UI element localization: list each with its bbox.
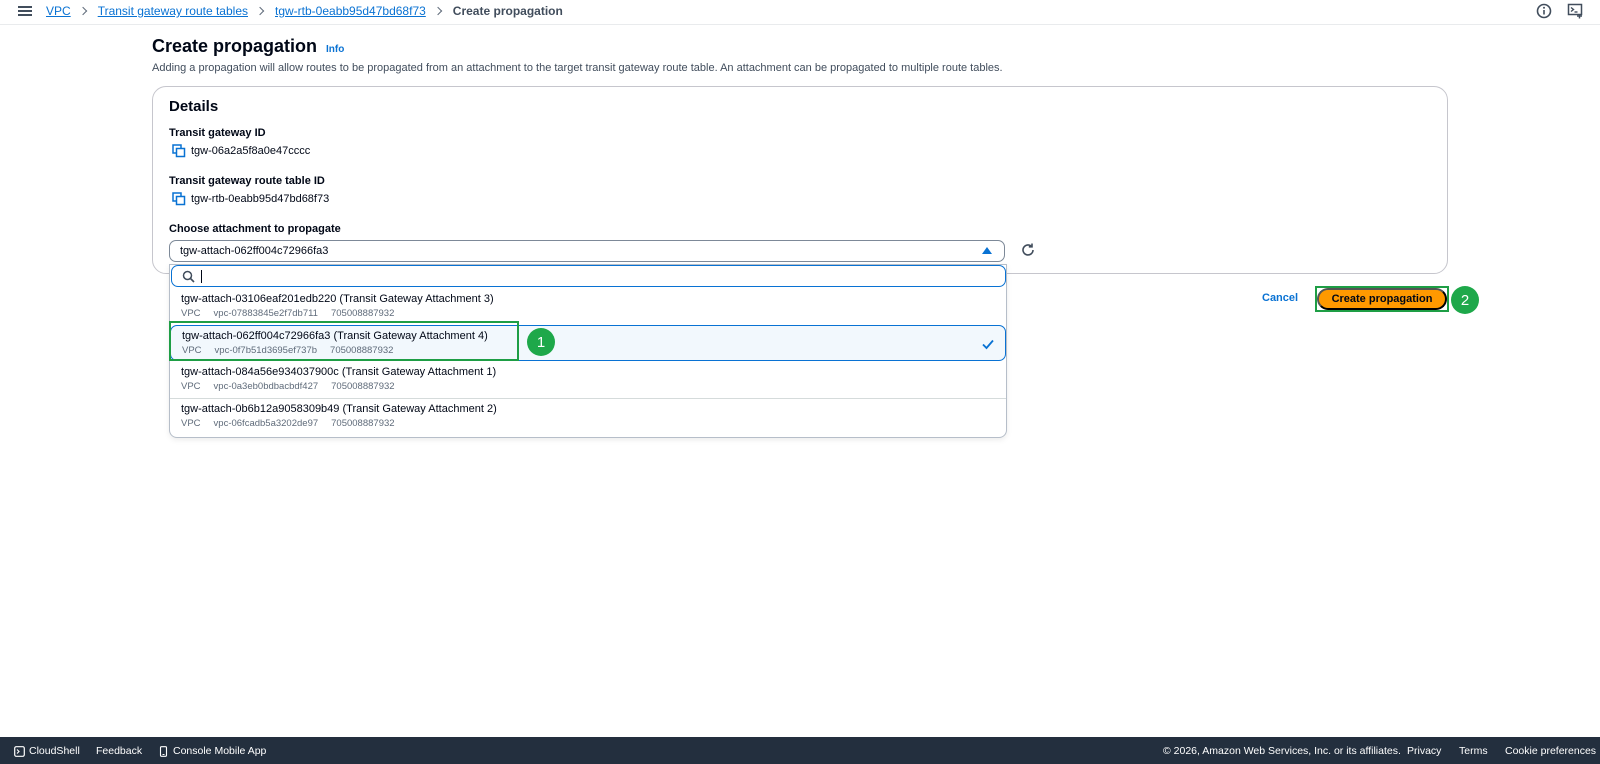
option-type: VPC [181, 381, 201, 392]
create-propagation-button[interactable]: Create propagation [1317, 288, 1447, 310]
option-details: VPC vpc-06fcadb5a3202de97 705008887932 [181, 418, 408, 429]
option-account: 705008887932 [330, 308, 395, 319]
details-heading: Details [169, 98, 219, 115]
option-vpc: vpc-06fcadb5a3202de97 [213, 418, 319, 429]
info-link[interactable]: Info [326, 44, 344, 55]
mobile-app-link[interactable]: Console Mobile App [158, 745, 266, 757]
option-details: VPC vpc-07883845e2f7db711 705008887932 [181, 308, 407, 319]
annotation-badge-1: 1 [527, 328, 555, 356]
attachment-select-label: Choose attachment to propagate [169, 223, 341, 235]
chevron-right-icon [433, 6, 443, 16]
cloudshell-icon [14, 745, 25, 757]
annotation-highlight-1 [169, 321, 519, 361]
cloudshell-icon[interactable] [1567, 3, 1583, 19]
attachment-select[interactable]: tgw-attach-062ff004c72966fa3 [169, 240, 1005, 262]
attachment-select-value: tgw-attach-062ff004c72966fa3 [180, 245, 329, 257]
option-label: tgw-attach-084a56e934037900c (Transit Ga… [181, 366, 497, 378]
dropdown-option[interactable]: tgw-attach-03106eaf201edb220 (Transit Ga… [170, 289, 1006, 325]
chevron-right-icon [78, 6, 87, 16]
console-footer: CloudShell Feedback Console Mobile App ©… [0, 737, 1600, 764]
cloudshell-label: CloudShell [29, 745, 80, 757]
annotation-badge-2: 2 [1451, 286, 1479, 314]
dropdown-search-input[interactable] [171, 265, 1006, 287]
cookie-preferences-link[interactable]: Cookie preferences [1505, 745, 1596, 757]
text-cursor [201, 269, 202, 283]
refresh-icon[interactable] [1019, 241, 1037, 259]
mobile-icon [159, 745, 168, 757]
breadcrumb: VPC Transit gateway route tables tgw-rtb… [46, 4, 563, 18]
option-type: VPC [181, 308, 201, 319]
cancel-button[interactable]: Cancel [1262, 292, 1298, 304]
chevron-right-icon [255, 6, 265, 16]
transit-gateway-id-label: Transit gateway ID [169, 127, 266, 139]
option-vpc: vpc-0a3eb0bdbacbdf427 [213, 381, 319, 392]
mobile-app-label: Console Mobile App [173, 745, 267, 757]
copy-icon[interactable] [172, 192, 186, 206]
option-details: VPC vpc-0a3eb0bdbacbdf427 705008887932 [181, 381, 408, 392]
transit-gateway-id-value: tgw-06a2a5f8a0e47cccc [191, 145, 311, 157]
copyright-text: © 2026, Amazon Web Services, Inc. or its… [1163, 745, 1401, 757]
cloudshell-link[interactable]: CloudShell [14, 745, 80, 757]
option-type: VPC [181, 418, 201, 429]
search-icon [182, 270, 195, 283]
route-table-id-field: tgw-rtb-0eabb95d47bd68f73 [172, 192, 329, 206]
info-circle-icon[interactable] [1536, 3, 1552, 19]
details-container: Details Transit gateway ID tgw-06a2a5f8a… [152, 86, 1448, 274]
option-label: tgw-attach-0b6b12a9058309b49 (Transit Ga… [181, 403, 497, 415]
breadcrumb-route-table-id[interactable]: tgw-rtb-0eabb95d47bd68f73 [275, 4, 426, 18]
privacy-link[interactable]: Privacy [1407, 745, 1441, 757]
dropdown-option[interactable]: tgw-attach-084a56e934037900c (Transit Ga… [170, 362, 1006, 398]
menu-icon[interactable] [17, 3, 33, 19]
top-navigation-bar: VPC Transit gateway route tables tgw-rtb… [0, 0, 1600, 25]
option-label: tgw-attach-03106eaf201edb220 (Transit Ga… [181, 293, 494, 305]
check-icon [982, 339, 994, 350]
breadcrumb-current: Create propagation [452, 4, 563, 18]
page-description: Adding a propagation will allow routes t… [152, 62, 1003, 74]
route-table-id-label: Transit gateway route table ID [169, 175, 325, 187]
caret-up-icon [982, 247, 992, 254]
transit-gateway-id-field: tgw-06a2a5f8a0e47cccc [172, 144, 310, 158]
feedback-link[interactable]: Feedback [96, 745, 142, 757]
option-account: 705008887932 [331, 418, 395, 429]
terms-link[interactable]: Terms [1459, 745, 1488, 757]
route-table-id-value: tgw-rtb-0eabb95d47bd68f73 [191, 193, 330, 205]
option-account: 705008887932 [331, 381, 395, 392]
option-vpc: vpc-07883845e2f7db711 [213, 308, 318, 319]
breadcrumb-route-tables[interactable]: Transit gateway route tables [98, 4, 248, 18]
breadcrumb-vpc[interactable]: VPC [46, 4, 71, 18]
copy-icon[interactable] [172, 144, 186, 158]
page-title: Create propagation [152, 36, 318, 56]
dropdown-option[interactable]: tgw-attach-0b6b12a9058309b49 (Transit Ga… [170, 398, 1006, 434]
